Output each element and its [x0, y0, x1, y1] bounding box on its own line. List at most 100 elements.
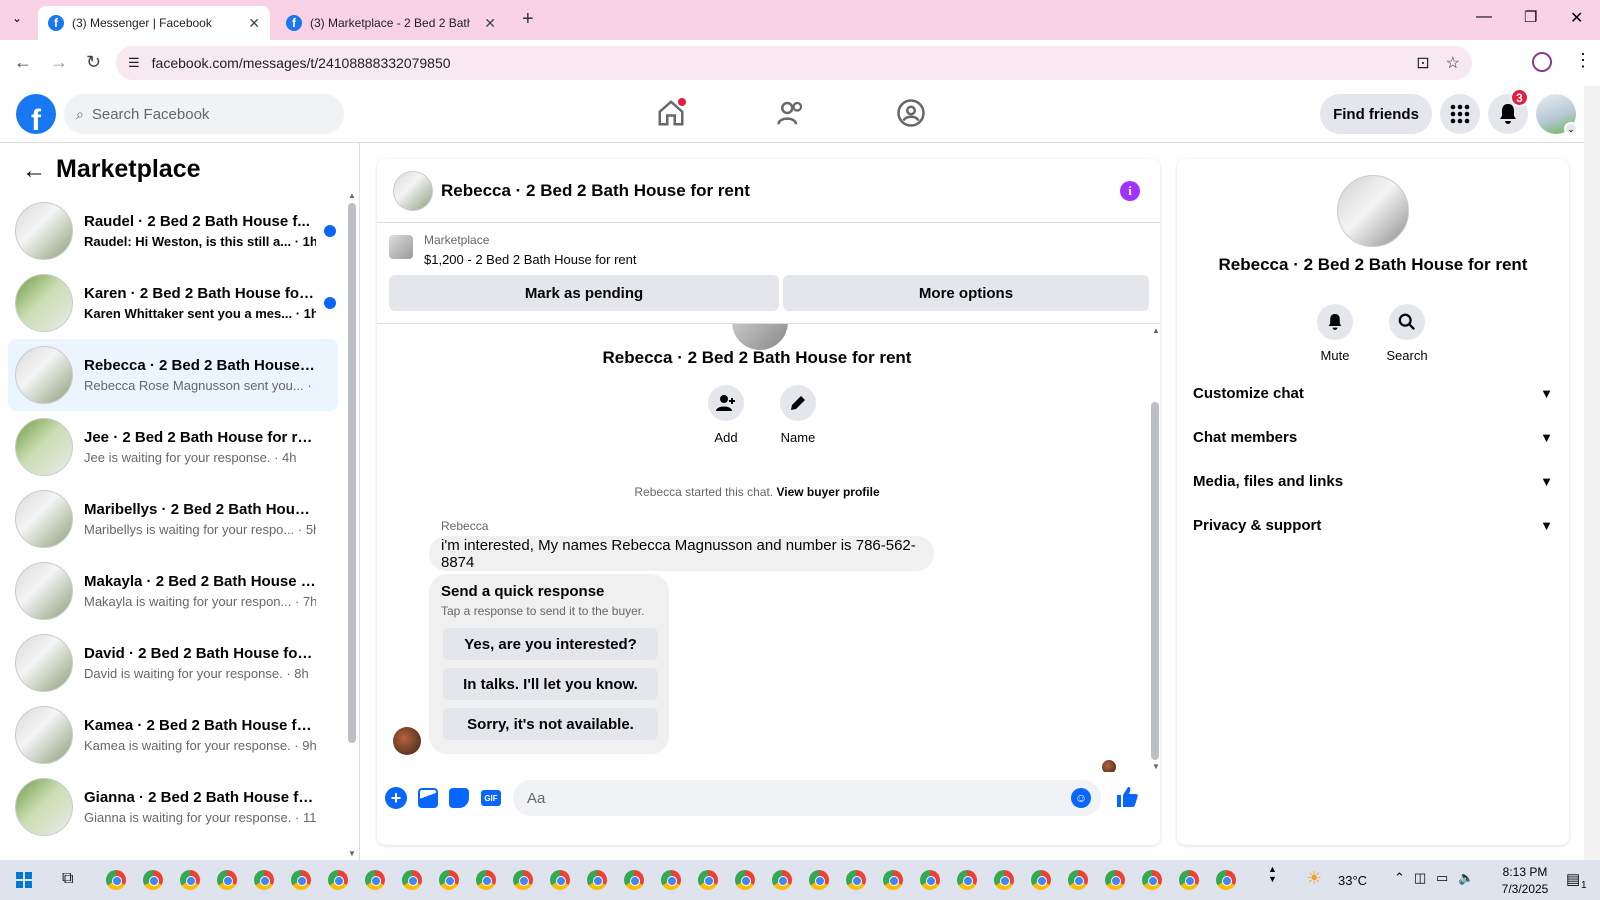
tab-list-chevron-icon[interactable]: ⌄	[12, 11, 22, 25]
restore-icon[interactable]: ❐	[1524, 8, 1537, 26]
menu-grid-icon[interactable]	[1440, 94, 1480, 134]
notification-center-icon[interactable]: ▤	[1566, 870, 1580, 888]
edit-name-pencil-icon[interactable]	[780, 385, 816, 421]
chrome-taskbar-icon[interactable]	[661, 870, 681, 890]
chrome-taskbar-icon[interactable]	[1179, 870, 1199, 890]
gif-icon[interactable]: GIF	[481, 790, 501, 806]
chat-members-section[interactable]: Chat members ▼	[1193, 429, 1553, 446]
conversation-item[interactable]: Kamea · 2 Bed 2 Bath House for ... Kamea …	[8, 699, 338, 771]
chrome-taskbar-icon[interactable]	[254, 870, 274, 890]
taskbar-scroll-icon[interactable]: ▲ ▼	[1268, 864, 1277, 884]
chat-avatar[interactable]	[393, 170, 433, 211]
mark-pending-button[interactable]: Mark as pending	[389, 275, 779, 311]
menu-kebab-icon[interactable]: ⋮	[1574, 50, 1592, 71]
chrome-taskbar-icon[interactable]	[698, 870, 718, 890]
camera-icon[interactable]: ◫	[1414, 870, 1426, 886]
bookmark-star-icon[interactable]: ☆	[1446, 53, 1460, 73]
quick-reply-in-talks-button[interactable]: In talks. I'll let you know.	[443, 668, 658, 700]
new-tab-icon[interactable]: +	[522, 8, 534, 31]
back-icon[interactable]: ←	[14, 52, 32, 73]
close-tab-icon[interactable]: ✕	[248, 15, 260, 32]
conversation-item[interactable]: Gianna · 2 Bed 2 Bath House for ... Giann…	[8, 771, 338, 843]
clock-date[interactable]: 7/3/2025	[1490, 882, 1560, 896]
chrome-taskbar-icon[interactable]	[143, 870, 163, 890]
chrome-taskbar-icon[interactable]	[772, 870, 792, 890]
privacy-support-section[interactable]: Privacy & support ▼	[1193, 517, 1553, 534]
more-options-button[interactable]: More options	[783, 275, 1149, 311]
chrome-taskbar-icon[interactable]	[291, 870, 311, 890]
thumbs-up-icon[interactable]	[1115, 785, 1139, 814]
chat-title[interactable]: Rebecca · 2 Bed 2 Bath House for rent	[441, 181, 750, 201]
tab-marketplace[interactable]: f (3) Marketplace - 2 Bed 2 Bath ✕	[276, 6, 506, 40]
message-bubble[interactable]: i'm interested, My names Rebecca Magnuss…	[429, 536, 934, 571]
listing-price[interactable]: $1,200 - 2 Bed 2 Bath House for rent	[424, 252, 636, 267]
back-arrow-icon[interactable]: ←	[22, 157, 46, 185]
clock-time[interactable]: 8:13 PM	[1490, 865, 1560, 879]
minimize-icon[interactable]: —	[1476, 8, 1492, 26]
chrome-taskbar-icon[interactable]	[735, 870, 755, 890]
emoji-icon[interactable]: ☺	[1071, 788, 1091, 808]
info-avatar[interactable]	[1337, 175, 1409, 247]
scroll-up-icon[interactable]: ▲	[348, 191, 356, 200]
plus-actions-icon[interactable]: +	[385, 787, 407, 809]
chrome-taskbar-icon[interactable]	[1068, 870, 1088, 890]
conversation-item[interactable]: Makayla · 2 Bed 2 Bath House fo... Makayl…	[8, 555, 338, 627]
chrome-taskbar-icon[interactable]	[328, 870, 348, 890]
chrome-taskbar-icon[interactable]	[513, 870, 533, 890]
close-window-icon[interactable]: ✕	[1570, 8, 1583, 28]
chrome-taskbar-icon[interactable]	[1105, 870, 1125, 890]
scroll-down-icon[interactable]: ▼	[348, 849, 356, 858]
mute-bell-icon[interactable]	[1317, 304, 1353, 340]
install-app-icon[interactable]: ⊡	[1416, 53, 1429, 73]
chrome-taskbar-icon[interactable]	[1031, 870, 1051, 890]
chrome-taskbar-icon[interactable]	[994, 870, 1014, 890]
tab-messenger[interactable]: f (3) Messenger | Facebook ✕	[38, 6, 270, 40]
conversation-item[interactable]: Raudel · 2 Bed 2 Bath House f... Raudel: …	[8, 195, 338, 267]
site-info-icon[interactable]: ☰	[128, 55, 140, 71]
find-friends-button[interactable]: Find friends	[1320, 94, 1432, 134]
chrome-taskbar-icon[interactable]	[180, 870, 200, 890]
page-scrollbar[interactable]	[1584, 86, 1600, 860]
chat-scrollbar[interactable]	[1151, 402, 1159, 760]
chrome-taskbar-icon[interactable]	[1142, 870, 1162, 890]
add-person-icon[interactable]	[708, 385, 744, 421]
conversation-item[interactable]: David · 2 Bed 2 Bath House for r... David…	[8, 627, 338, 699]
task-view-icon[interactable]: ⧉	[62, 870, 73, 888]
listing-thumbnail[interactable]	[389, 235, 413, 259]
weather-temp[interactable]: 33°C	[1338, 873, 1367, 888]
customize-chat-section[interactable]: Customize chat ▼	[1193, 385, 1553, 402]
volume-icon[interactable]: 🔈	[1458, 870, 1474, 886]
close-tab-icon[interactable]: ✕	[484, 15, 496, 32]
search-in-chat-icon[interactable]	[1389, 304, 1425, 340]
chrome-taskbar-icon[interactable]	[1216, 870, 1236, 890]
quick-reply-not-available-button[interactable]: Sorry, it's not available.	[443, 708, 658, 740]
reload-icon[interactable]: ↻	[86, 52, 101, 73]
chrome-taskbar-icon[interactable]	[550, 870, 570, 890]
show-hidden-icons[interactable]: ⌃	[1394, 870, 1405, 886]
chrome-taskbar-icon[interactable]	[365, 870, 385, 890]
chrome-taskbar-icon[interactable]	[846, 870, 866, 890]
chrome-taskbar-icon[interactable]	[402, 870, 422, 890]
chrome-taskbar-icon[interactable]	[957, 870, 977, 890]
weather-icon[interactable]: ☀	[1306, 868, 1322, 889]
chat-scroll-up-icon[interactable]: ▲	[1152, 326, 1160, 335]
conversation-item[interactable]: Maribellys · 2 Bed 2 Bath House ... Marib…	[8, 483, 338, 555]
conversation-item[interactable]: Karen · 2 Bed 2 Bath House for... Karen W…	[8, 267, 338, 339]
quick-reply-yes-button[interactable]: Yes, are you interested?	[443, 628, 658, 660]
groups-icon[interactable]	[896, 98, 926, 128]
message-composer-input[interactable]: Aa ☺	[513, 780, 1101, 816]
conversation-item[interactable]: Rebecca · 2 Bed 2 Bath House fo... Rebecc…	[8, 339, 338, 411]
chrome-taskbar-icon[interactable]	[920, 870, 940, 890]
chrome-taskbar-icon[interactable]	[587, 870, 607, 890]
chrome-taskbar-icon[interactable]	[476, 870, 496, 890]
friends-icon[interactable]	[776, 98, 806, 128]
chrome-taskbar-icon[interactable]	[439, 870, 459, 890]
chrome-taskbar-icon[interactable]	[883, 870, 903, 890]
chat-scroll-down-icon[interactable]: ▼	[1152, 762, 1160, 771]
account-avatar[interactable]: ⌄	[1536, 94, 1578, 136]
profile-icon[interactable]	[1532, 52, 1552, 72]
media-files-links-section[interactable]: Media, files and links ▼	[1193, 473, 1553, 490]
sticker-icon[interactable]	[449, 788, 469, 808]
search-input[interactable]: ⌕ Search Facebook	[64, 94, 344, 134]
forward-icon[interactable]: →	[50, 52, 68, 73]
